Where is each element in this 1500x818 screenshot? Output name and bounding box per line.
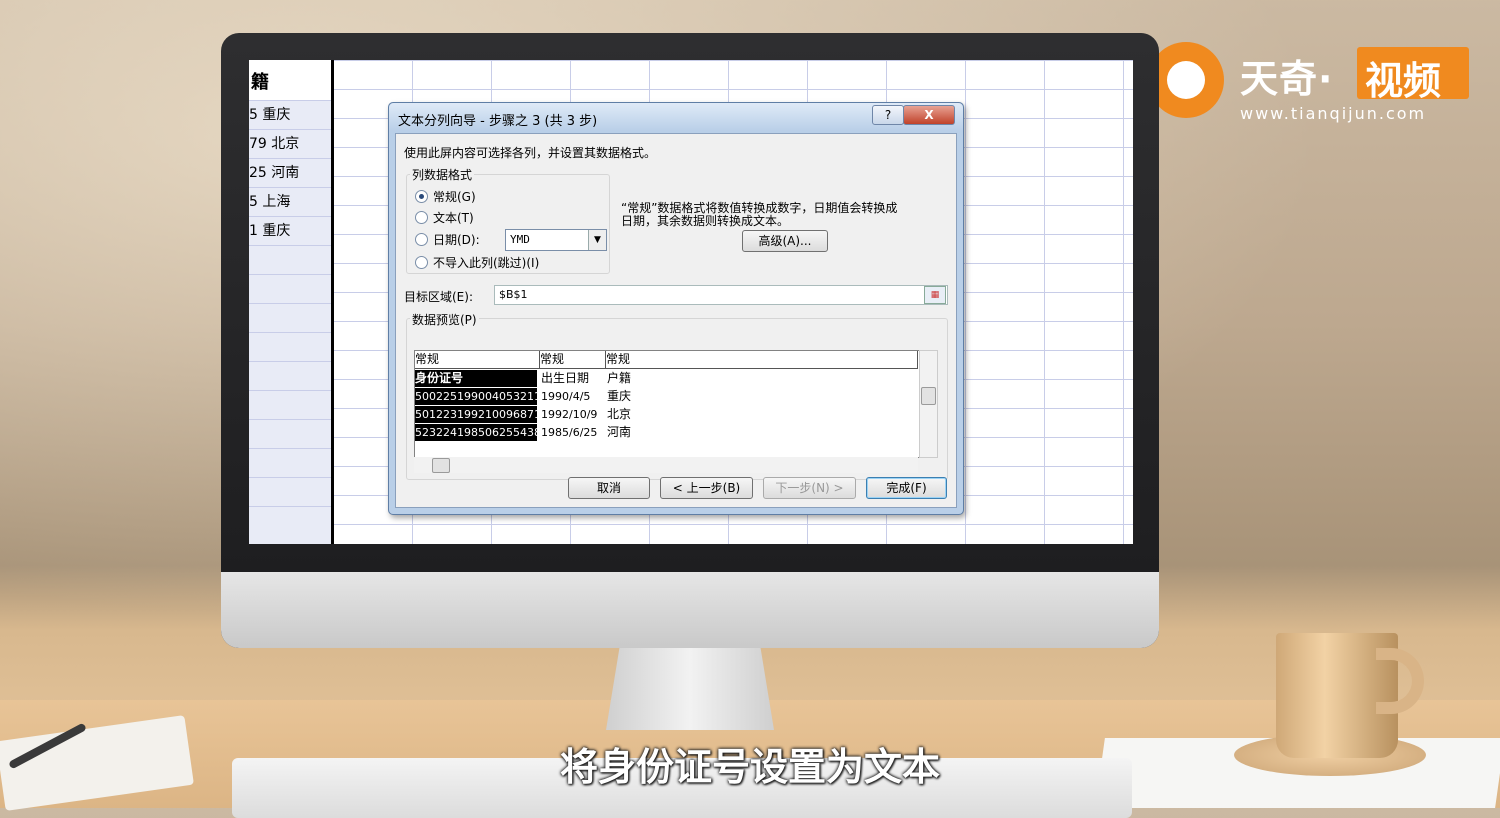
date-format-value: YMD xyxy=(510,233,530,246)
preview-col1-header[interactable]: 常规 xyxy=(415,351,540,369)
chevron-down-icon[interactable]: ▼ xyxy=(588,230,606,250)
preview-label: 数据预览(P) xyxy=(410,311,479,328)
preview-cell: 户籍 xyxy=(607,371,632,385)
scroll-thumb[interactable] xyxy=(921,387,936,405)
spreadsheet-column-hukou[interactable]: 籍 5 重庆 79 北京 25 河南 5 上海 1 重庆 xyxy=(249,60,331,544)
cell-row[interactable]: 5 上海 xyxy=(249,187,331,216)
dialog-titlebar[interactable]: 文本分列向导 - 步骤之 3 (共 3 步) ? X xyxy=(389,103,963,131)
preview-col3-header[interactable]: 常规 xyxy=(606,351,918,369)
cell-row[interactable] xyxy=(249,303,331,332)
preview-cell: 500225199004053211 xyxy=(415,388,541,405)
cancel-button[interactable]: 取消 xyxy=(568,477,650,499)
preview-cell: 身份证号 xyxy=(415,370,537,387)
format-group-label: 列数据格式 xyxy=(410,166,475,183)
radio-skip[interactable] xyxy=(415,256,428,269)
target-input[interactable]: $B$1 ▦ xyxy=(494,285,948,305)
help-button[interactable]: ? xyxy=(872,105,904,125)
monitor-stand xyxy=(606,648,774,730)
radio-text-label[interactable]: 文本(T) xyxy=(433,209,474,226)
range-select-icon[interactable]: ▦ xyxy=(924,286,946,304)
instruction-text: 使用此屏内容可选择各列，并设置其数据格式。 xyxy=(404,146,657,160)
cell-row[interactable] xyxy=(249,332,331,361)
preview-vertical-scrollbar[interactable] xyxy=(919,350,938,458)
preview-cell: 1990/4/5 xyxy=(541,390,591,403)
cell-row[interactable] xyxy=(249,390,331,419)
cell-row[interactable] xyxy=(249,361,331,390)
preview-cell: 1985/6/25 xyxy=(541,426,598,439)
radio-text[interactable] xyxy=(415,211,428,224)
brand-name: 天奇· xyxy=(1240,57,1334,101)
preview-cell: 出生日期 xyxy=(541,371,590,385)
cell-row[interactable] xyxy=(249,477,331,506)
cell-row[interactable]: 25 河南 xyxy=(249,158,331,187)
preview-cell: 1992/10/9 xyxy=(541,408,598,421)
radio-date-label[interactable]: 日期(D): xyxy=(433,231,480,248)
cell-row[interactable]: 79 北京 xyxy=(249,129,331,158)
data-preview[interactable]: 常规 常规 常规 身份证号 500225199004053211 5012231… xyxy=(414,350,920,458)
advanced-button[interactable]: 高级(A)... xyxy=(742,230,828,252)
dialog-body: 使用此屏内容可选择各列，并设置其数据格式。 列数据格式 常规(G) 文本(T) … xyxy=(395,133,957,508)
text-to-columns-dialog: 文本分列向导 - 步骤之 3 (共 3 步) ? X 使用此屏内容可选择各列，并… xyxy=(388,102,964,515)
target-value: $B$1 xyxy=(499,288,528,301)
back-button[interactable]: < 上一步(B) xyxy=(660,477,753,499)
cell-row[interactable]: 1 重庆 xyxy=(249,216,331,245)
monitor-chin xyxy=(221,572,1159,648)
radio-general[interactable] xyxy=(415,190,428,203)
radio-skip-label[interactable]: 不导入此列(跳过)(I) xyxy=(433,254,539,271)
preview-col2-header[interactable]: 常规 xyxy=(540,351,606,369)
preview-cell: 北京 xyxy=(607,407,632,421)
column-header: 籍 xyxy=(249,60,331,100)
brand-box-text: 视频 xyxy=(1365,59,1442,103)
video-subtitle: 将身份证号设置为文本 xyxy=(559,745,940,789)
cell-row[interactable] xyxy=(249,448,331,477)
cell-row[interactable]: 5 重庆 xyxy=(249,100,331,129)
preview-cell: 501223199210096871 xyxy=(415,406,541,423)
target-label: 目标区域(E): xyxy=(404,290,473,304)
next-button[interactable]: 下一步(N) > xyxy=(763,477,856,499)
scroll-thumb[interactable] xyxy=(432,458,450,473)
cell-row[interactable] xyxy=(249,506,331,535)
format-description-2: 日期，其余数据则转换成文本。 xyxy=(621,214,790,228)
brand-logo-icon xyxy=(1148,42,1224,118)
finish-button[interactable]: 完成(F) xyxy=(866,477,947,499)
column-separator xyxy=(331,60,334,544)
cell-row[interactable] xyxy=(249,419,331,448)
date-format-select[interactable]: YMD ▼ xyxy=(505,229,607,251)
preview-cell: 523224198506255438 xyxy=(415,424,541,441)
close-button[interactable]: X xyxy=(903,105,955,125)
radio-date[interactable] xyxy=(415,233,428,246)
dialog-title: 文本分列向导 - 步骤之 3 (共 3 步) xyxy=(398,114,598,129)
preview-cell: 重庆 xyxy=(607,389,632,403)
cell-row[interactable] xyxy=(249,245,331,274)
radio-general-label[interactable]: 常规(G) xyxy=(433,188,476,205)
brand-url: www.tianqijun.com xyxy=(1240,104,1427,123)
cell-row[interactable] xyxy=(249,274,331,303)
preview-cell: 河南 xyxy=(607,425,632,439)
preview-horizontal-scrollbar[interactable] xyxy=(414,457,918,473)
